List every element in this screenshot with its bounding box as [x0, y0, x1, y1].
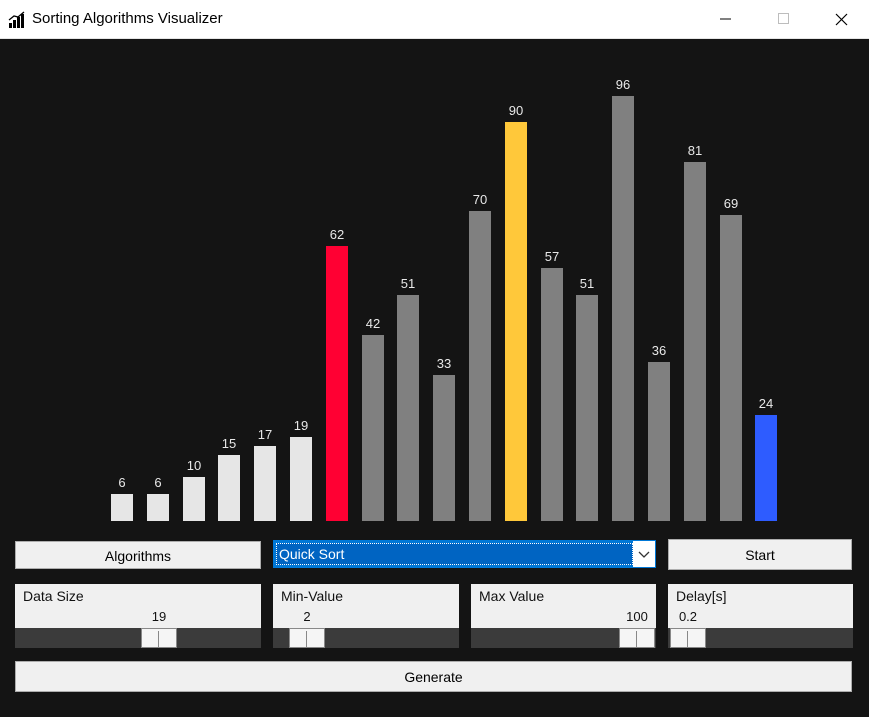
bar-value-label: 6: [154, 475, 162, 490]
delay-slider[interactable]: Delay[s] 0.2: [668, 584, 853, 648]
bar-value-label: 69: [723, 196, 739, 211]
bar: [218, 455, 240, 521]
bar-value-label: 33: [436, 356, 452, 371]
title-bar: Sorting Algorithms Visualizer: [0, 0, 869, 39]
bar-value-label: 96: [615, 77, 631, 92]
close-icon: [835, 13, 848, 26]
bar: [720, 215, 742, 521]
algorithms-button[interactable]: Algorithms: [15, 541, 261, 569]
bar: [684, 162, 706, 521]
window-title: Sorting Algorithms Visualizer: [32, 10, 223, 27]
close-button[interactable]: [812, 0, 869, 38]
bar-chart-icon: [8, 11, 25, 28]
bar: [326, 246, 348, 521]
data-size-label: Data Size: [23, 588, 84, 604]
bar: [755, 415, 777, 521]
min-value-slider[interactable]: Min-Value 2: [273, 584, 459, 648]
bar-value-label: 51: [579, 276, 595, 291]
bar-value-label: 10: [186, 458, 202, 473]
bar: [612, 96, 634, 521]
bar-value-label: 42: [365, 316, 381, 331]
bar-value-label: 36: [651, 343, 667, 358]
bar-value-label: 15: [221, 436, 237, 451]
bar: [541, 268, 563, 521]
delay-thumb[interactable]: [670, 628, 706, 648]
maximize-button[interactable]: [754, 0, 812, 38]
bar-value-label: 62: [329, 227, 345, 242]
max-value-thumb[interactable]: [619, 628, 655, 648]
bar: [505, 122, 527, 521]
bar-value-label: 24: [758, 396, 774, 411]
generate-button[interactable]: Generate: [15, 661, 852, 692]
bar: [576, 295, 598, 521]
bar-value-label: 70: [472, 192, 488, 207]
bar: [433, 375, 455, 521]
max-value-value: 100: [626, 609, 648, 624]
bar-value-label: 57: [544, 249, 560, 264]
algorithm-select-value: Quick Sort: [276, 543, 633, 565]
bar: [254, 446, 276, 521]
start-button[interactable]: Start: [668, 539, 852, 570]
delay-label: Delay[s]: [676, 588, 727, 604]
max-value-label: Max Value: [479, 588, 545, 604]
bar: [183, 477, 205, 521]
minimize-icon: [720, 18, 731, 20]
data-size-trough[interactable]: [15, 628, 261, 648]
bar-value-label: 51: [400, 276, 416, 291]
chevron-down-icon: [638, 551, 650, 558]
max-value-header: Max Value 100: [471, 584, 656, 628]
bar: [648, 362, 670, 521]
algorithm-select[interactable]: Quick Sort: [273, 540, 656, 568]
bar: [469, 211, 491, 521]
bar: [147, 494, 169, 521]
min-value-value: 2: [303, 609, 311, 624]
data-size-value: 19: [151, 609, 167, 624]
maximize-icon: [778, 13, 789, 24]
bar: [111, 494, 133, 521]
data-size-slider[interactable]: Data Size 19: [15, 584, 261, 648]
min-value-thumb[interactable]: [289, 628, 325, 648]
bar: [362, 335, 384, 521]
bar-value-label: 17: [257, 427, 273, 442]
data-size-thumb[interactable]: [141, 628, 177, 648]
bar: [397, 295, 419, 521]
data-size-header: Data Size 19: [15, 584, 261, 628]
minimize-button[interactable]: [696, 0, 754, 38]
bar-value-label: 19: [293, 418, 309, 433]
min-value-label: Min-Value: [281, 588, 343, 604]
min-value-header: Min-Value 2: [273, 584, 459, 628]
delay-value: 0.2: [678, 609, 698, 624]
bar-value-label: 6: [118, 475, 126, 490]
bar: [290, 437, 312, 521]
dropdown-arrow[interactable]: [633, 541, 655, 567]
delay-header: Delay[s] 0.2: [668, 584, 853, 628]
max-value-slider[interactable]: Max Value 100: [471, 584, 656, 648]
bar-value-label: 81: [687, 143, 703, 158]
bar-value-label: 90: [508, 103, 524, 118]
